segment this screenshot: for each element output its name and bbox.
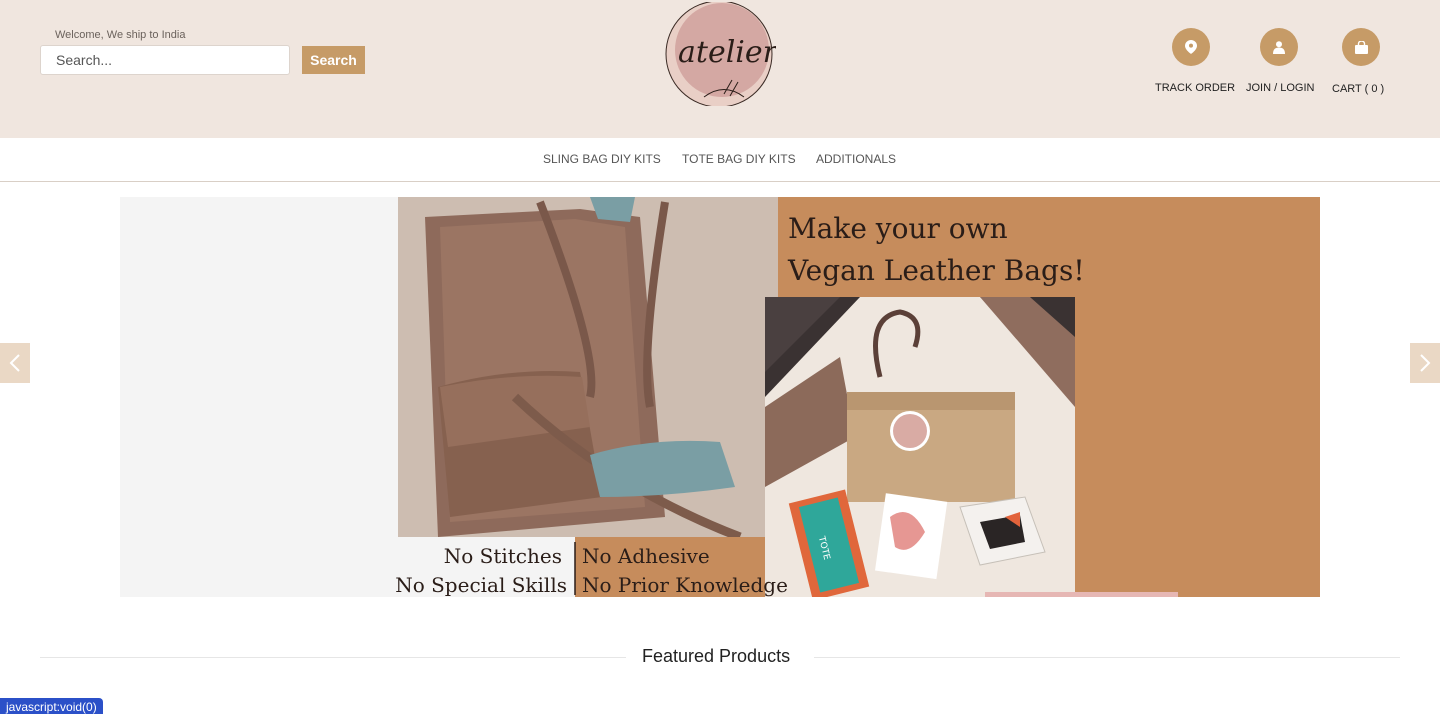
banner-feature-no-prior-knowledge: No Prior Knowledge <box>582 573 788 597</box>
chevron-right-icon <box>1420 354 1431 372</box>
search-input[interactable] <box>40 45 290 75</box>
banner-feature-no-adhesive: No Adhesive <box>582 544 710 568</box>
hero-banner-image: Make your own Vegan Leather Bags! TOTE N… <box>395 197 1320 597</box>
banner-feature-no-special-skills: No Special Skills <box>395 573 567 597</box>
shopping-bag-icon <box>1342 28 1380 66</box>
cart-button[interactable] <box>1342 28 1380 66</box>
browser-status-bar: javascript:void(0) <box>0 698 103 714</box>
slider-prev-button[interactable] <box>0 343 30 383</box>
slider-next-button[interactable] <box>1410 343 1440 383</box>
nav-item-sling-bag-diy-kits[interactable]: SLING BAG DIY KITS <box>543 152 661 166</box>
main-navigation: SLING BAG DIY KITS TOTE BAG DIY KITS ADD… <box>0 138 1440 182</box>
featured-products-heading: Featured Products <box>642 646 791 666</box>
location-pin-icon <box>1172 28 1210 66</box>
nav-item-additionals[interactable]: ADDITIONALS <box>816 152 896 166</box>
user-icon <box>1260 28 1298 66</box>
chevron-left-icon <box>9 354 20 372</box>
cart-label[interactable]: CART ( 0 ) <box>1332 83 1384 95</box>
welcome-text: Welcome, We ship to India <box>55 29 186 41</box>
track-order-label[interactable]: TRACK ORDER <box>1155 82 1235 94</box>
site-header: Welcome, We ship to India Search atelier… <box>0 0 1440 138</box>
join-login-button[interactable] <box>1260 28 1298 66</box>
logo-wordmark: atelier <box>678 35 776 70</box>
nav-item-tote-bag-diy-kits[interactable]: TOTE BAG DIY KITS <box>682 152 796 166</box>
hero-banner-slider[interactable]: Make your own Vegan Leather Bags! TOTE N… <box>120 197 1320 597</box>
banner-headline-2: Vegan Leather Bags! <box>787 254 1085 287</box>
search-button[interactable]: Search <box>302 46 365 74</box>
atelier-logo[interactable]: atelier <box>664 2 776 106</box>
banner-headline-1: Make your own <box>788 212 1008 245</box>
banner-feature-no-stitches: No Stitches <box>444 544 562 568</box>
divider-right <box>814 657 1400 658</box>
join-login-label[interactable]: JOIN / LOGIN <box>1246 82 1314 94</box>
divider-left <box>40 657 626 658</box>
track-order-button[interactable] <box>1172 28 1210 66</box>
